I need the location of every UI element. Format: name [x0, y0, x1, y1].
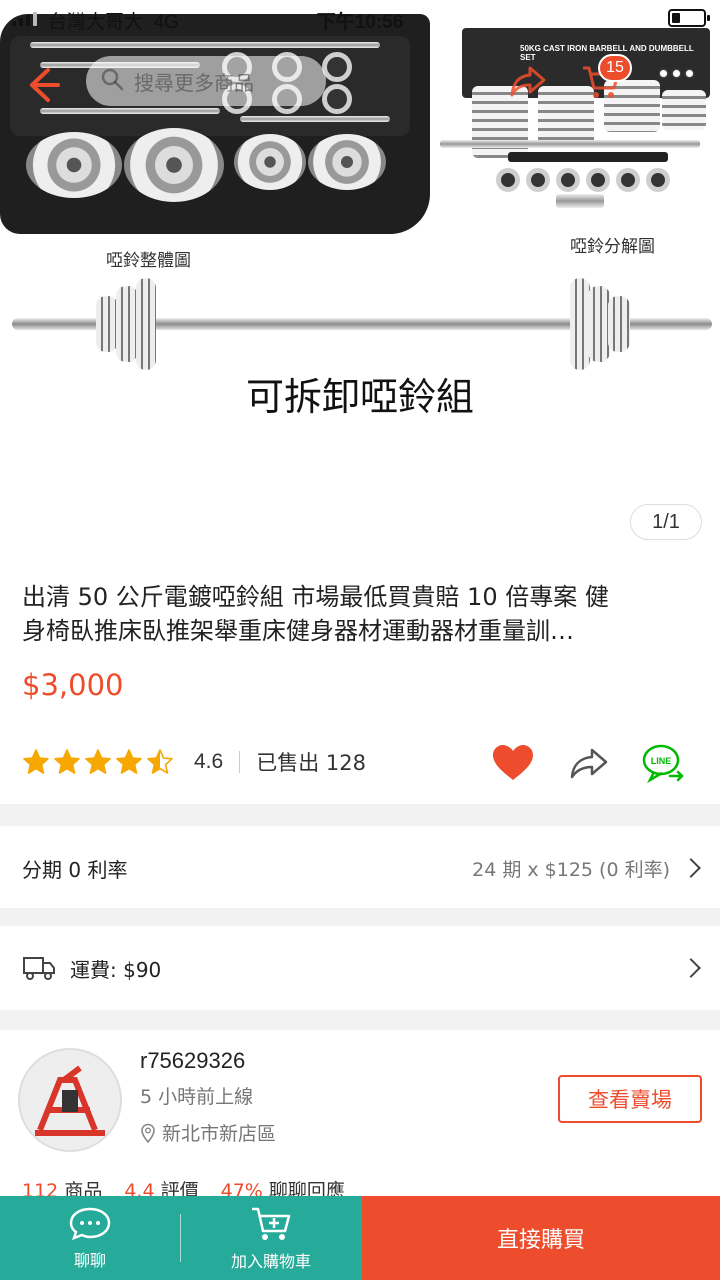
- sold-count: 已售出 128: [256, 751, 366, 775]
- heart-icon[interactable]: [490, 740, 536, 786]
- back-arrow-icon[interactable]: [18, 62, 64, 108]
- star-icon: [54, 749, 80, 774]
- chat-button[interactable]: 聊聊: [0, 1196, 180, 1280]
- product-title-line1: 出清 50 公斤電鍍啞鈴組 市場最低買貴賠 10 倍專案 健: [22, 583, 609, 611]
- svg-text:LINE: LINE: [651, 756, 672, 766]
- star-icon: [85, 749, 111, 774]
- star-icon: [147, 749, 173, 774]
- caption-main: 可拆卸啞鈴組: [245, 375, 474, 419]
- installment-row[interactable]: 分期 0 利率 24 期 x $125 (0 利率): [0, 826, 720, 910]
- search-icon: [100, 67, 124, 96]
- caption-assembled: 啞鈴整體圖: [106, 251, 191, 270]
- shipping-label: 運費: $90: [70, 957, 162, 982]
- rating-stars: [22, 748, 174, 776]
- seller-online-status: 5 小時前上線: [140, 1086, 254, 1108]
- installment-label: 分期 0 利率: [22, 857, 128, 882]
- line-share-icon[interactable]: LINE: [640, 740, 686, 786]
- product-title: 出清 50 公斤電鍍啞鈴組 市場最低買貴賠 10 倍專案 健 身椅臥推床臥推架舉…: [22, 580, 702, 648]
- seller-avatar[interactable]: [18, 1048, 122, 1152]
- product-price: $3,000: [22, 668, 124, 702]
- section-divider: [0, 908, 720, 926]
- add-to-cart-button[interactable]: 加入購物車: [180, 1196, 362, 1280]
- caption-parts: 啞鈴分解圖: [570, 237, 655, 256]
- rating-value: 4.6: [194, 750, 224, 773]
- chevron-right-icon: [681, 958, 701, 978]
- chat-bubble-icon: [68, 1205, 112, 1241]
- seller-location: 新北市新店區: [140, 1119, 276, 1146]
- installment-value: 24 期 x $125 (0 利率): [472, 858, 670, 881]
- search-input[interactable]: 搜尋更多商品: [86, 56, 326, 106]
- truck-icon: [22, 955, 56, 981]
- add-cart-label: 加入購物車: [230, 1252, 311, 1271]
- share-icon[interactable]: [566, 740, 612, 786]
- seller-name: r75629326: [140, 1048, 246, 1073]
- section-divider: [0, 1010, 720, 1030]
- bottom-action-bar: 聊聊 加入購物車 直接購買: [0, 1196, 720, 1280]
- shipping-row[interactable]: 運費: $90: [0, 926, 720, 1010]
- star-icon: [116, 749, 142, 774]
- chat-label: 聊聊: [73, 1251, 106, 1270]
- chevron-right-icon: [681, 858, 701, 878]
- cart-count-badge: 15: [598, 54, 632, 82]
- view-shop-button[interactable]: 查看賣場: [558, 1075, 702, 1123]
- add-cart-icon: [249, 1204, 293, 1242]
- search-placeholder: 搜尋更多商品: [134, 72, 254, 95]
- status-bar: 台灣大哥大 4G 下午10:56: [0, 0, 720, 36]
- image-counter: 1/1: [630, 504, 702, 540]
- clock: 下午10:56: [316, 12, 404, 33]
- share-icon[interactable]: [506, 58, 552, 104]
- location-pin-icon: [140, 1123, 156, 1143]
- section-divider: [0, 804, 720, 826]
- battery-icon: [668, 9, 710, 27]
- more-icon[interactable]: [660, 70, 693, 77]
- product-title-line2: 身椅臥推床臥推架舉重床健身器材運動器材重量訓…: [22, 617, 574, 645]
- star-icon: [23, 749, 49, 774]
- buy-now-button[interactable]: 直接購買: [362, 1196, 720, 1280]
